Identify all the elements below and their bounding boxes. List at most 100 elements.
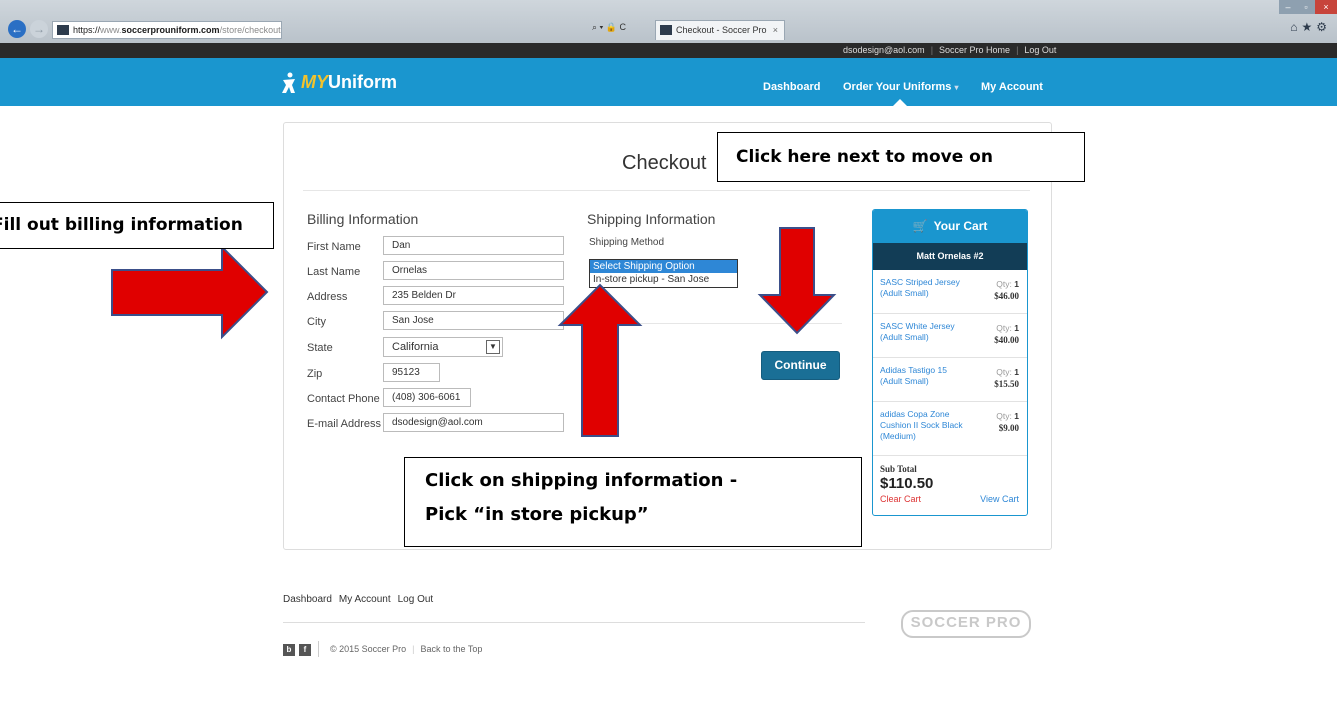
cart-item-qty: Qty: 1 [996, 279, 1019, 289]
qty-label: Qty: [996, 323, 1012, 333]
cart-title: Your Cart [933, 219, 988, 233]
footer-divider [283, 622, 865, 623]
address-bar[interactable]: https://www.soccerprouniform.com/store/c… [52, 21, 282, 39]
state-select[interactable]: California ▼ [383, 337, 503, 357]
view-cart-link[interactable]: View Cart [980, 494, 1019, 504]
top-links: dsodesign@aol.com | Soccer Pro Home | Log Ou… [843, 45, 1057, 55]
cart-panel: 🛒 Your Cart Matt Ornelas #2 SASC Striped … [872, 209, 1028, 516]
qty-value: 1 [1014, 367, 1019, 377]
user-email-link[interactable]: dsodesign@aol.com [843, 45, 925, 55]
cart-item-price: $15.50 [994, 379, 1019, 389]
arrow-right-billing [111, 244, 269, 340]
chevron-down-icon: ▼ [486, 340, 500, 354]
cart-item-qty: Qty: 1 [996, 411, 1019, 421]
cart-item-name[interactable]: Adidas Tastigo 15 (Adult Small) [880, 365, 970, 387]
shipping-divider [588, 323, 842, 324]
callout-shipping-line1: Click on shipping information - [425, 470, 738, 491]
phone-label: Contact Phone [307, 393, 380, 405]
browser-tab[interactable]: Checkout - Soccer Pro × [655, 20, 785, 40]
address-label: Address [307, 291, 348, 303]
qty-label: Qty: [996, 367, 1012, 377]
shipping-method-select[interactable]: Select Shipping Option In-store pickup -… [589, 259, 738, 288]
maximize-icon[interactable]: ▫ [1297, 0, 1315, 14]
shipping-title: Shipping Information [587, 211, 716, 227]
footer-links: Dashboard My Account Log Out [283, 594, 440, 605]
shipping-option-default[interactable]: Select Shipping Option [590, 260, 737, 273]
city-label: City [307, 316, 326, 328]
nav-my-account[interactable]: My Account [981, 81, 1043, 93]
cart-item-name[interactable]: adidas Copa Zone Cushion II Sock Black (… [880, 409, 970, 442]
tab-close-icon[interactable]: × [773, 21, 778, 39]
favicon-icon [57, 25, 69, 35]
site-navbar [0, 58, 1337, 106]
home-star-gear-icon[interactable]: ⌂★⚙ [1290, 20, 1331, 34]
state-label: State [307, 342, 333, 354]
url-www: www. [100, 25, 122, 35]
cart-item: adidas Copa Zone Cushion II Sock Black (… [873, 402, 1027, 456]
shipping-method-label: Shipping Method [589, 237, 665, 248]
nav-active-caret [893, 99, 907, 106]
cart-item-price: $46.00 [994, 291, 1019, 301]
close-window-icon[interactable]: × [1315, 0, 1337, 14]
copyright-text: © 2015 Soccer Pro [330, 644, 407, 654]
footer-logout-link[interactable]: Log Out [398, 594, 434, 605]
zip-label: Zip [307, 368, 323, 380]
cart-item-name[interactable]: SASC White Jersey (Adult Small) [880, 321, 970, 343]
cart-player: Matt Ornelas #2 [873, 243, 1027, 270]
soccer-pro-home-link[interactable]: Soccer Pro Home [939, 45, 1010, 55]
clear-cart-link[interactable]: Clear Cart [880, 494, 921, 504]
blog-icon[interactable]: b [283, 644, 295, 656]
last-name-field[interactable]: Ornelas [383, 261, 564, 280]
cart-item-qty: Qty: 1 [996, 367, 1019, 377]
state-value: California [392, 341, 439, 353]
cart-item: SASC Striped Jersey (Adult Small) Qty: 1… [873, 270, 1027, 314]
logo-my: MY [301, 72, 328, 92]
qty-label: Qty: [996, 411, 1012, 421]
shipping-option-instore[interactable]: In-store pickup - San Jose [590, 273, 737, 286]
cart-header: 🛒 Your Cart [873, 210, 1027, 243]
url-domain: soccerprouniform.com [121, 25, 220, 35]
cart-item-price: $40.00 [994, 335, 1019, 345]
callout-billing: Fill out billing information [0, 202, 274, 249]
minimize-icon[interactable]: – [1279, 0, 1297, 14]
chevron-down-icon: ▾ [954, 83, 959, 92]
first-name-field[interactable]: Dan [383, 236, 564, 255]
callout-next: Click here next to move on [717, 132, 1085, 182]
divider [303, 190, 1030, 191]
callout-shipping: Click on shipping information - Pick “in… [404, 457, 862, 547]
footer-dashboard-link[interactable]: Dashboard [283, 594, 332, 605]
subtotal-label: Sub Total [880, 464, 917, 474]
window-controls: – ▫ × [1279, 0, 1337, 14]
address-tools-icon[interactable]: ⌕ ▾ 🔒 C [592, 22, 626, 33]
back-to-top-link[interactable]: Back to the Top [421, 644, 483, 654]
nav-dashboard[interactable]: Dashboard [763, 81, 820, 93]
back-icon[interactable]: ← [8, 20, 26, 38]
city-field[interactable]: San Jose [383, 311, 564, 330]
cart-icon: 🛒 [912, 219, 928, 233]
first-name-label: First Name [307, 241, 361, 253]
nav-order-uniforms[interactable]: Order Your Uniforms ▾ [843, 81, 958, 93]
nav-order-label: Order Your Uniforms [843, 81, 952, 93]
email-field[interactable]: dsodesign@aol.com [383, 413, 564, 432]
zip-field[interactable]: 95123 [383, 363, 440, 382]
footer-account-link[interactable]: My Account [339, 594, 391, 605]
url-scheme: https:// [73, 25, 101, 35]
continue-button[interactable]: Continue [761, 351, 840, 380]
callout-shipping-line2: Pick “in store pickup” [425, 504, 649, 525]
phone-field[interactable]: (408) 306-6061 [383, 388, 471, 407]
forward-icon[interactable]: → [30, 20, 48, 38]
cart-subtotal: Sub Total $110.50 Clear Cart View Cart [873, 456, 1027, 515]
subtotal-value: $110.50 [880, 475, 934, 492]
browser-toolbar: ← → https://www.soccerprouniform.com/sto… [0, 0, 1337, 43]
site-logo[interactable]: MYUniform [279, 72, 397, 94]
logo-player-icon [282, 72, 295, 93]
billing-title: Billing Information [307, 211, 419, 227]
cart-item-name[interactable]: SASC Striped Jersey (Adult Small) [880, 277, 970, 299]
address-field[interactable]: 235 Belden Dr [383, 286, 564, 305]
facebook-icon[interactable]: f [299, 644, 311, 656]
last-name-label: Last Name [307, 266, 361, 278]
social-links: bf [283, 643, 315, 656]
tab-favicon-icon [660, 25, 672, 35]
qty-value: 1 [1014, 279, 1019, 289]
top-logout-link[interactable]: Log Out [1024, 45, 1056, 55]
